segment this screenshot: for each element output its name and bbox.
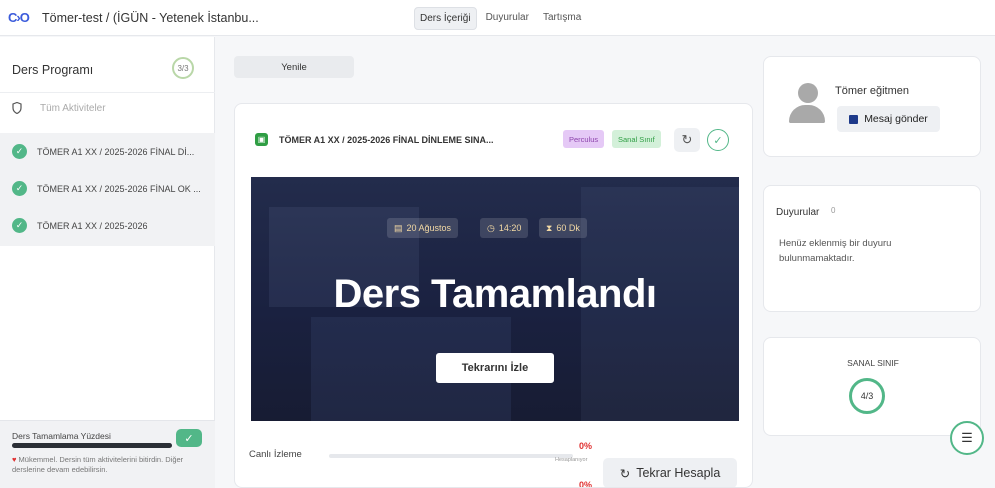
completion-title: Ders Tamamlama Yüzdesi [12, 431, 111, 441]
completion-message: ♥ Mükemmel. Dersin tüm aktivitelerini bi… [12, 455, 207, 475]
course-title: Tömer-test / (İGÜN - Yetenek İstanbu... [42, 11, 259, 25]
calendar-icon: ▤ [394, 222, 403, 233]
activity-filter[interactable]: Tüm Aktiviteler [0, 94, 215, 126]
recalculate-button[interactable]: ↻ Tekrar Hesapla [603, 458, 737, 487]
live-watch-status: Hesaplanıyor [555, 457, 588, 463]
virtual-class-icon: ▣ [255, 133, 268, 146]
send-message-button[interactable]: Mesaj gönder [837, 106, 940, 132]
list-item-label: TÖMER A1 XX / 2025-2026 FİNAL OK ... [37, 183, 201, 194]
announcements-title: Duyurular [776, 207, 820, 218]
send-message-label: Mesaj gönder [864, 113, 928, 125]
virtual-class-title: SANAL SINIF [847, 358, 899, 368]
avatar-body [789, 105, 825, 123]
completion-message-text: Mükemmel. Dersin tüm aktivitelerini biti… [12, 455, 184, 474]
logo-icon[interactable]: C›O [8, 10, 30, 25]
tab-course-content[interactable]: Ders İçeriği [414, 7, 477, 30]
activity-title: TÖMER A1 XX / 2025-2026 FİNAL DİNLEME SI… [279, 135, 494, 145]
completion-panel: Ders Tamamlama Yüzdesi ✓ ♥ Mükemmel. Der… [0, 420, 215, 488]
instructor-card: Tömer eğitmen Mesaj gönder [763, 56, 981, 157]
sidebar-header: Ders Programı 3/3 [0, 37, 215, 93]
completion-progress-bar [12, 443, 172, 448]
completion-progress-fill [12, 443, 172, 448]
second-percent: 0% [579, 480, 593, 488]
live-watch-label: Canlı İzleme [249, 449, 302, 460]
hourglass-icon: ⧗ [546, 222, 553, 233]
list-item-label: TÖMER A1 XX / 2025-2026 [37, 220, 148, 231]
announcements-card: Duyurular 0 Henüz eklenmiş bir duyuru bu… [763, 185, 981, 312]
refresh-button[interactable]: Yenile [234, 56, 354, 78]
avatar-head [798, 83, 818, 103]
check-icon: ✓ [176, 429, 202, 447]
activity-card-header: ▣ TÖMER A1 XX / 2025-2026 FİNAL DİNLEME … [235, 104, 752, 177]
recalculate-label: Tekrar Hesapla [636, 466, 721, 480]
list-item[interactable]: ✓ TÖMER A1 XX / 2025-2026 FİNAL OK ... [0, 170, 215, 207]
announcements-empty-text: Henüz eklenmiş bir duyuru bulunmamaktadı… [779, 238, 892, 264]
date-pill: ▤ 20 Ağustos [387, 218, 459, 238]
virtual-class-badge: Sanal Sınıf [612, 130, 661, 148]
filter-label: Tüm Aktiviteler [40, 103, 106, 114]
live-watch-percent: 0% [579, 441, 593, 451]
settings-sliders-icon[interactable]: ☰ [950, 421, 984, 455]
activity-list: ✓ TÖMER A1 XX / 2025-2026 FİNAL Dİ... ✓ … [0, 133, 215, 246]
live-watch-progress-bar [329, 454, 573, 458]
list-item[interactable]: ✓ TÖMER A1 XX / 2025-2026 FİNAL Dİ... [0, 133, 215, 170]
watch-replay-button[interactable]: Tekrarını İzle [436, 353, 554, 383]
perculus-badge: Perculus [563, 130, 605, 148]
check-icon: ✓ [12, 181, 27, 196]
course-program-sidebar: Ders Programı 3/3 Tüm Aktiviteler ✓ TÖME… [0, 37, 215, 488]
virtual-class-card: SANAL SINIF 4/3 [763, 337, 981, 436]
duration-pill: ⧗ 60 Dk [539, 218, 587, 238]
lesson-duration: 60 Dk [556, 223, 580, 233]
lesson-time: 14:20 [498, 223, 522, 233]
heart-icon: ♥ [12, 455, 17, 464]
course-tabs: Ders İçeriği Duyurular Tartışma [414, 7, 586, 30]
check-icon: ✓ [12, 218, 27, 233]
avatar-icon [787, 83, 827, 127]
instructor-name: Tömer eğitmen [835, 85, 909, 97]
flag-icon [849, 114, 859, 124]
list-item[interactable]: ✓ TÖMER A1 XX / 2025-2026 [0, 207, 215, 244]
live-watch-row: Canlı İzleme 0% Hesaplanıyor 0% ↻ Tekrar… [235, 434, 752, 488]
banner-title: Ders Tamamlandı [333, 272, 658, 316]
shield-icon [12, 101, 22, 115]
refresh-icon[interactable]: ↻ [674, 128, 700, 152]
virtual-class-progress-ring: 4/3 [849, 378, 885, 414]
lesson-date: 20 Ağustos [406, 223, 452, 233]
announcements-count: 0 [831, 206, 836, 215]
check-icon: ✓ [12, 144, 27, 159]
activity-card: ▣ TÖMER A1 XX / 2025-2026 FİNAL DİNLEME … [234, 103, 753, 488]
list-item-label: TÖMER A1 XX / 2025-2026 FİNAL Dİ... [37, 146, 195, 157]
time-pill: ◷ 14:20 [480, 218, 529, 238]
top-header: C›O Tömer-test / (İGÜN - Yetenek İstanbu… [0, 0, 995, 36]
tab-announcements[interactable]: Duyurular [481, 7, 534, 30]
tab-discussion[interactable]: Tartışma [538, 7, 586, 30]
check-icon: ✓ [707, 129, 729, 151]
lesson-banner: ▤ 20 Ağustos ◷ 14:20 ⧗ 60 Dk Ders Tamaml… [251, 177, 739, 421]
clock-icon: ◷ [487, 222, 495, 233]
sidebar-title: Ders Programı [12, 63, 94, 77]
refresh-icon: ↻ [619, 466, 631, 481]
sidebar-progress-count: 3/3 [172, 57, 194, 79]
